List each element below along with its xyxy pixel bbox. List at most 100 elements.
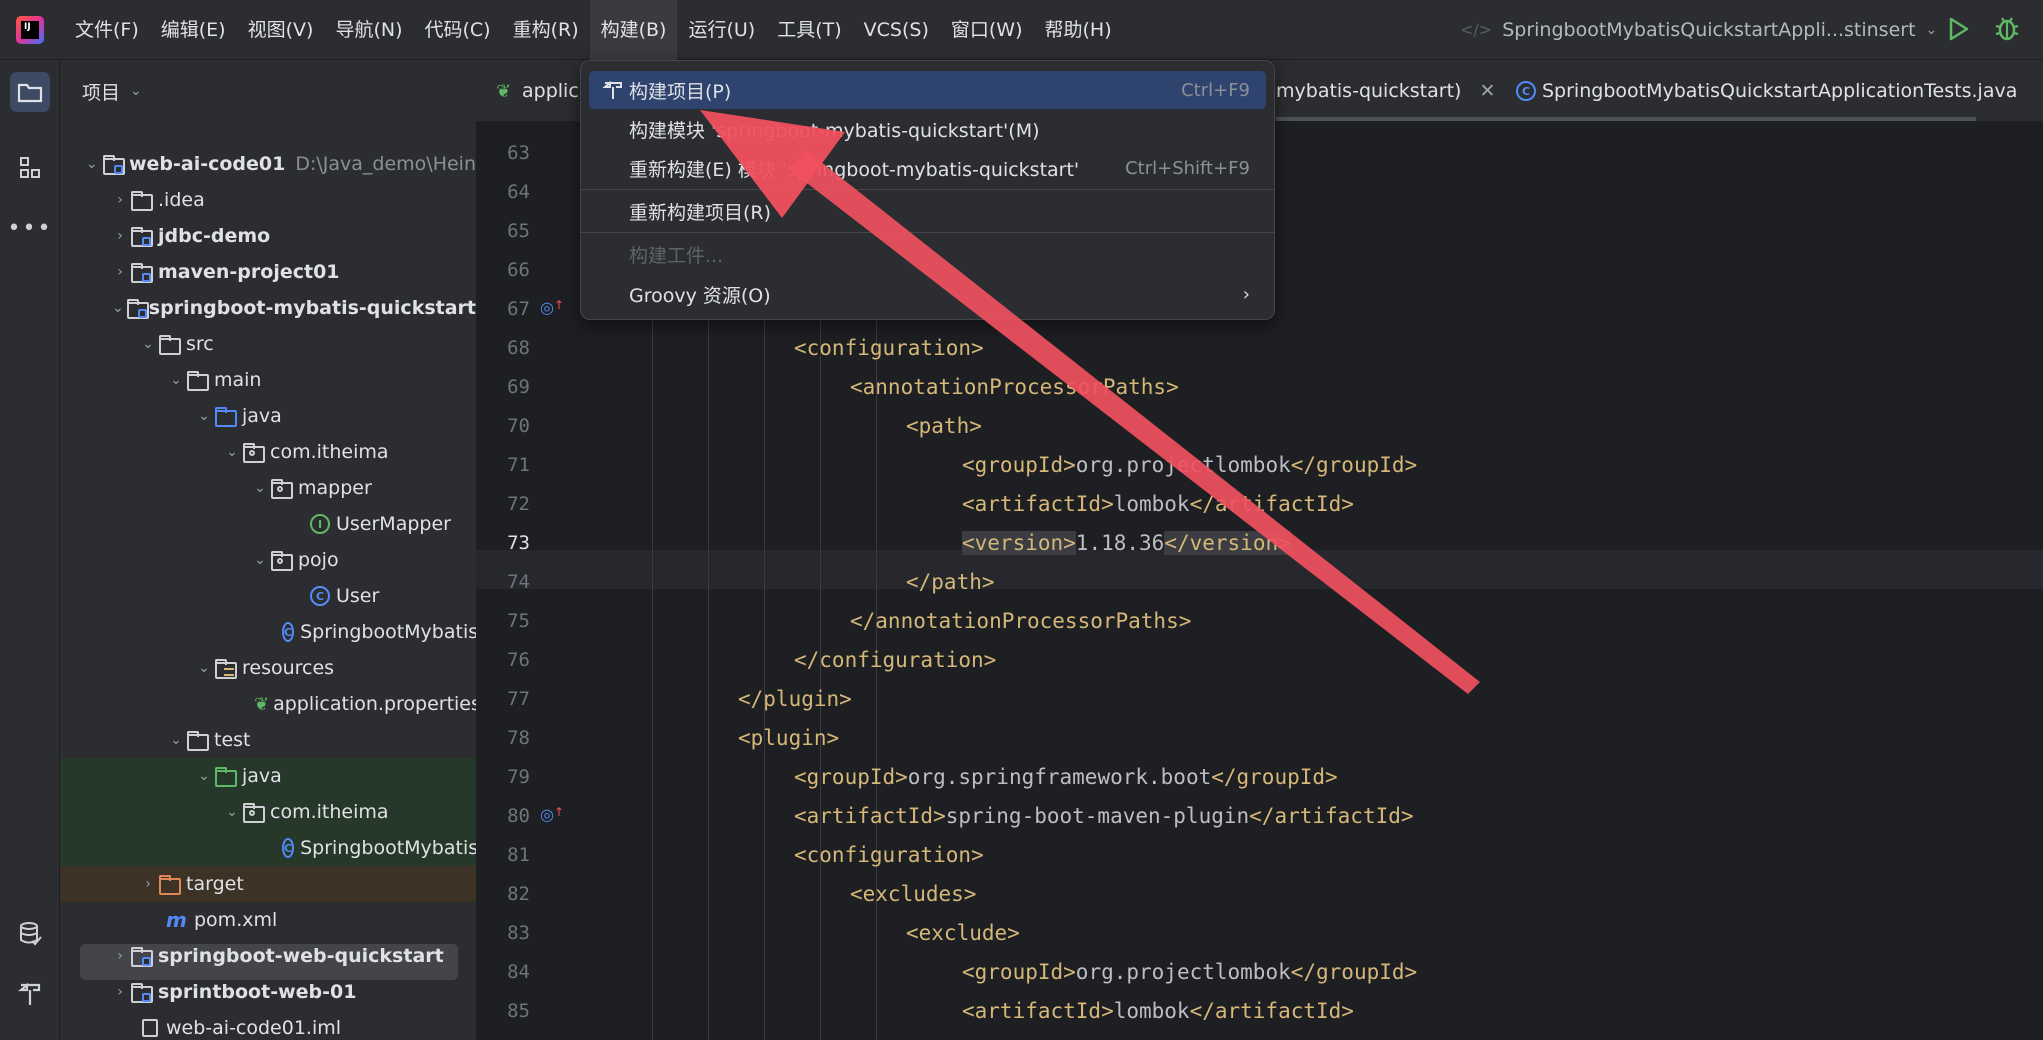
line-number[interactable]: 79: [476, 766, 530, 788]
menu-refactor[interactable]: 重构(R): [502, 0, 590, 60]
line-number[interactable]: 68: [476, 337, 530, 359]
menu-view[interactable]: 视图(V): [237, 0, 325, 60]
build-tool-button[interactable]: [10, 974, 50, 1014]
menu-file[interactable]: 文件(F): [64, 0, 150, 60]
chevron-down-icon[interactable]: ⌄: [82, 156, 102, 172]
menu-navigate[interactable]: 导航(N): [324, 0, 413, 60]
chevron-down-icon[interactable]: ⌄: [222, 444, 242, 460]
line-number[interactable]: 63: [476, 142, 530, 164]
menu-vcs[interactable]: VCS(S): [853, 0, 940, 60]
line-number[interactable]: 75: [476, 610, 530, 632]
line-number[interactable]: 81: [476, 844, 530, 866]
menu-build-module[interactable]: 构建模块 'springboot-mybatis-quickstart'(M): [589, 110, 1266, 148]
chevron-down-icon[interactable]: ⌄: [194, 660, 214, 676]
tree-item-maven-project01[interactable]: › maven-project01: [60, 254, 476, 290]
project-tool-button[interactable]: [10, 72, 50, 112]
intellij-logo-icon[interactable]: IJ: [16, 16, 44, 44]
tree-item-com-itheima[interactable]: ⌄ com.itheima: [60, 434, 476, 470]
project-panel-header[interactable]: 项目 ⌄: [60, 60, 476, 122]
line-number[interactable]: 73: [476, 532, 530, 554]
close-icon[interactable]: ✕: [1479, 80, 1495, 102]
tree-item-application-properties[interactable]: ❦ application.properties: [60, 686, 476, 722]
tree-item-test-com-itheima[interactable]: ⌄ com.itheima: [60, 794, 476, 830]
chevron-down-icon[interactable]: ⌄: [250, 552, 270, 568]
database-tool-button[interactable]: [10, 914, 50, 954]
chevron-down-icon[interactable]: ⌄: [166, 372, 186, 388]
debug-icon[interactable]: [1994, 14, 2020, 42]
line-number[interactable]: 74: [476, 571, 530, 593]
implemented-override-icon[interactable]: ◎↑: [540, 298, 564, 322]
tree-item-test[interactable]: ⌄ test: [60, 722, 476, 758]
line-number[interactable]: 77: [476, 688, 530, 710]
line-number[interactable]: 78: [476, 727, 530, 749]
chevron-right-icon[interactable]: ›: [110, 984, 130, 1000]
tree-item-idea[interactable]: › .idea: [60, 182, 476, 218]
line-number[interactable]: 83: [476, 922, 530, 944]
tab-pom-xml[interactable]: mybatis-quickstart) ✕: [1276, 60, 1495, 122]
menu-tools[interactable]: 工具(T): [766, 0, 852, 60]
chevron-down-icon[interactable]: ⌄: [250, 480, 270, 496]
line-number[interactable]: 65: [476, 220, 530, 242]
menu-run[interactable]: 运行(U): [677, 0, 766, 60]
structure-tool-button[interactable]: [10, 148, 50, 188]
implemented-override-icon[interactable]: ◎↑: [540, 805, 564, 829]
line-number[interactable]: 69: [476, 376, 530, 398]
tree-item-pojo[interactable]: ⌄ pojo: [60, 542, 476, 578]
line-number[interactable]: 70: [476, 415, 530, 437]
menu-edit[interactable]: 编辑(E): [150, 0, 237, 60]
tree-item-pom-xml[interactable]: m pom.xml: [60, 902, 476, 938]
tab-application-tests[interactable]: C SpringbootMybatisQuickstartApplication…: [1516, 60, 2017, 122]
chevron-right-icon[interactable]: ›: [110, 264, 130, 280]
tree-item-springboot-web-quickstart[interactable]: › springboot-web-quickstart: [60, 938, 476, 974]
tree-item-test-java[interactable]: ⌄ java: [60, 758, 476, 794]
menu-build-project[interactable]: 构建项目(P) Ctrl+F9: [589, 71, 1266, 109]
tree-item-target[interactable]: › target: [60, 866, 476, 902]
line-number[interactable]: 84: [476, 961, 530, 983]
line-number[interactable]: 64: [476, 181, 530, 203]
chevron-right-icon[interactable]: ›: [110, 948, 130, 964]
tree-item-resources[interactable]: ⌄ resources: [60, 650, 476, 686]
more-tools-icon[interactable]: •••: [8, 208, 51, 248]
tree-item-springboot-mybatis-quickstart[interactable]: ⌄ springboot-mybatis-quickstart: [60, 290, 476, 326]
line-number[interactable]: 71: [476, 454, 530, 476]
menu-groovy-resources[interactable]: Groovy 资源(O) ›: [589, 275, 1266, 313]
tree-item-usermapper[interactable]: I UserMapper: [60, 506, 476, 542]
line-number[interactable]: 72: [476, 493, 530, 515]
tab-application-properties[interactable]: ❦ applic: [496, 60, 579, 122]
chevron-down-icon[interactable]: ⌄: [166, 732, 186, 748]
chevron-right-icon[interactable]: ›: [110, 228, 130, 244]
code-line: </plugin>: [738, 680, 852, 719]
tree-item-user[interactable]: C User: [60, 578, 476, 614]
menu-build[interactable]: 构建(B): [589, 0, 678, 60]
line-number[interactable]: 66: [476, 259, 530, 281]
menu-code[interactable]: 代码(C): [413, 0, 501, 60]
chevron-down-icon[interactable]: ⌄: [222, 804, 242, 820]
tree-item-java[interactable]: ⌄ java: [60, 398, 476, 434]
tree-item-web-ai-code01[interactable]: ⌄ web-ai-code01 D:\Java_demo\Hein: [60, 146, 476, 182]
menu-rebuild-module[interactable]: 重新构建(E) 模块 'springboot-mybatis-quickstar…: [589, 149, 1266, 187]
line-number[interactable]: 67: [476, 298, 530, 320]
tree-item-src[interactable]: ⌄ src: [60, 326, 476, 362]
tree-item-main[interactable]: ⌄ main: [60, 362, 476, 398]
tree-item-mapper[interactable]: ⌄ mapper: [60, 470, 476, 506]
chevron-right-icon[interactable]: ›: [110, 192, 130, 208]
menu-rebuild-project[interactable]: 重新构建项目(R): [589, 192, 1266, 230]
chevron-down-icon[interactable]: ⌄: [110, 300, 126, 316]
run-configuration-selector[interactable]: </> SpringbootMybatisQuickstartAppli...s…: [1460, 0, 1937, 60]
line-number[interactable]: 85: [476, 1000, 530, 1022]
run-icon[interactable]: [1948, 16, 1970, 42]
tree-item-iml[interactable]: web-ai-code01.iml: [60, 1010, 476, 1040]
chevron-right-icon[interactable]: ›: [138, 876, 158, 892]
menu-window[interactable]: 窗口(W): [940, 0, 1034, 60]
tree-item-sprintboot-web-01[interactable]: › sprintboot-web-01: [60, 974, 476, 1010]
menu-help[interactable]: 帮助(H): [1034, 0, 1123, 60]
tree-item-jdbc-demo[interactable]: › jdbc-demo: [60, 218, 476, 254]
chevron-down-icon[interactable]: ⌄: [194, 408, 214, 424]
line-number[interactable]: 82: [476, 883, 530, 905]
line-number[interactable]: 76: [476, 649, 530, 671]
line-number[interactable]: 80: [476, 805, 530, 827]
tree-item-application-class[interactable]: C SpringbootMybatisQuickstartApplication: [60, 614, 476, 650]
chevron-down-icon[interactable]: ⌄: [138, 336, 158, 352]
chevron-down-icon[interactable]: ⌄: [194, 768, 214, 784]
tree-item-application-tests[interactable]: C SpringbootMybatisQuickstartApplication…: [60, 830, 476, 866]
